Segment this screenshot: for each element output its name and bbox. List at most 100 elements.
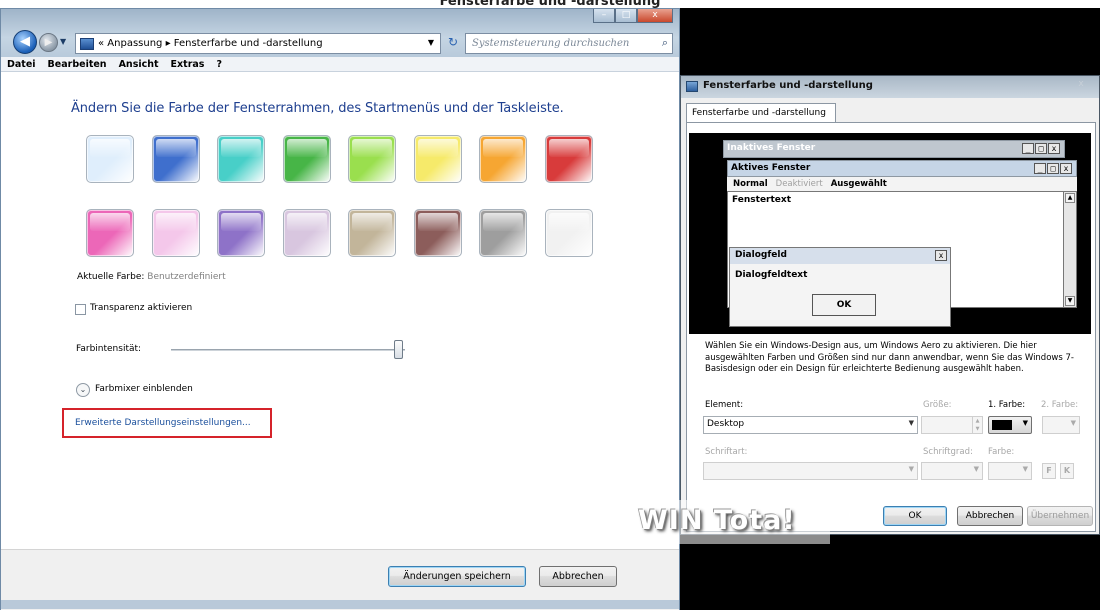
preview-inactive-window[interactable]: Inaktives Fenster _ □ x — [723, 140, 1065, 158]
dialog-titlebar: Fensterfarbe und -darstellung x — [681, 76, 1099, 98]
intensity-slider-thumb[interactable] — [393, 340, 403, 359]
search-placeholder: Systemsteuerung durchsuchen — [472, 38, 630, 49]
transparency-label[interactable]: Transparenz aktivieren — [90, 303, 192, 313]
preview-dialog-title: Dialogfeld — [730, 248, 950, 264]
chevron-down-icon: ▼ — [908, 465, 914, 473]
address-bar[interactable]: « Anpassung ▸ Fensterfarbe und -darstell… — [75, 33, 441, 54]
intensity-label: Farbintensität: — [76, 344, 142, 354]
color-swatch[interactable] — [479, 135, 527, 183]
history-dropdown-icon[interactable]: ▼ — [60, 37, 66, 46]
color-mixer-toggle[interactable]: Farbmixer einblenden — [95, 384, 193, 394]
color-swatch[interactable] — [282, 209, 331, 257]
preview-active-window[interactable]: Aktives Fenster _ □ x — [727, 160, 1077, 177]
color-swatch[interactable] — [151, 135, 200, 183]
preview-maximize-icon: □ — [1047, 163, 1059, 174]
preview-inactive-title: Inaktives Fenster — [727, 143, 816, 153]
current-color-caption: Aktuelle Farbe: — [77, 272, 145, 282]
color-swatch[interactable] — [413, 135, 462, 183]
color-swatch[interactable] — [479, 209, 527, 257]
breadcrumb[interactable]: « Anpassung ▸ Fensterfarbe und -darstell… — [98, 38, 323, 49]
preview-close-icon: x — [1048, 143, 1060, 154]
color2-label: 2. Farbe: — [1041, 400, 1079, 410]
color2-picker[interactable]: ▼ — [1042, 416, 1080, 434]
preview-maximize-icon: □ — [1035, 143, 1047, 154]
color-swatch[interactable] — [86, 135, 134, 183]
menu-bar: Datei Bearbeiten Ansicht Extras ? — [1, 57, 679, 72]
refresh-icon[interactable]: ↻ — [445, 35, 461, 52]
preview-window-text: Fenstertext — [732, 195, 792, 205]
element-label: Element: — [705, 400, 744, 410]
menu-extras[interactable]: Extras — [171, 59, 205, 70]
color-swatch[interactable] — [151, 209, 200, 257]
status-bar — [1, 600, 679, 609]
color1-swatch — [992, 420, 1012, 430]
save-changes-button[interactable]: Änderungen speichern — [388, 566, 526, 587]
preview-inactive-controls: _ □ x — [1021, 143, 1060, 154]
color-swatch[interactable] — [217, 135, 265, 183]
maximize-icon[interactable]: □ — [615, 9, 637, 23]
preview-minimize-icon: _ — [1034, 163, 1046, 174]
color-swatch[interactable] — [413, 209, 462, 257]
tab-window-color[interactable]: Fensterfarbe und -darstellung — [686, 103, 836, 123]
element-select[interactable]: Desktop ▼ — [703, 416, 918, 434]
preview-ok-button: OK — [812, 294, 876, 316]
color-swatch[interactable] — [282, 135, 331, 183]
chevron-down-icon: ▼ — [1070, 419, 1076, 427]
font-select[interactable]: ▼ — [703, 462, 918, 480]
font-color-picker[interactable]: ▼ — [988, 462, 1032, 480]
menu-bearbeiten[interactable]: Bearbeiten — [48, 59, 107, 70]
bold-button[interactable]: F — [1042, 463, 1056, 479]
preview-menu[interactable]: Normal Deaktiviert Ausgewählt — [727, 177, 1077, 191]
back-arrow-icon[interactable]: ◀ — [13, 30, 37, 54]
color-swatch[interactable] — [348, 209, 396, 257]
color-swatch[interactable] — [348, 135, 396, 183]
preview-dialog-box[interactable]: Dialogfeld x Dialogfeldtext OK — [729, 247, 951, 327]
aero-info-text: Wählen Sie ein Windows-Design aus, um Wi… — [705, 341, 1074, 374]
preview-active-controls: _ □ x — [1033, 163, 1072, 174]
preview-menu-disabled[interactable]: Deaktiviert — [776, 179, 823, 189]
intensity-slider-track[interactable] — [171, 349, 405, 351]
minimize-icon[interactable]: – — [593, 9, 615, 23]
forward-arrow-icon[interactable]: ▶ — [39, 33, 58, 52]
preview-scrollbar[interactable]: ▲ ▼ — [1063, 191, 1077, 308]
chevron-down-icon: ▼ — [973, 465, 979, 473]
top-caption-strip: Fensterfarbe und -darstellung — [0, 0, 1100, 8]
color-swatch[interactable] — [544, 135, 593, 183]
color1-label: 1. Farbe: — [988, 400, 1026, 410]
color-swatch[interactable] — [217, 209, 265, 257]
menu-ansicht[interactable]: Ansicht — [119, 59, 159, 70]
preview-active-title: Aktives Fenster — [731, 163, 811, 173]
menu-help[interactable]: ? — [216, 59, 222, 70]
address-dropdown-icon[interactable]: ▼ — [428, 38, 434, 47]
preview-menu-selected[interactable]: Ausgewählt — [831, 179, 887, 189]
italic-button[interactable]: K — [1060, 463, 1074, 479]
top-caption-text: Fensterfarbe und -darstellung — [439, 0, 661, 8]
dialog-title: Fensterfarbe und -darstellung — [703, 80, 873, 91]
color-swatch[interactable] — [86, 209, 134, 257]
close-icon[interactable]: x — [637, 9, 673, 23]
appearance-dialog: Fensterfarbe und -darstellung x Fensterf… — [680, 75, 1100, 535]
dialog-apply-button[interactable]: Übernehmen — [1027, 506, 1093, 526]
search-input[interactable]: Systemsteuerung durchsuchen ⌕ — [465, 33, 673, 54]
dialog-cancel-button[interactable]: Abbrechen — [957, 506, 1023, 526]
cancel-button[interactable]: Abbrechen — [539, 566, 617, 587]
dialog-ok-button[interactable]: OK — [883, 506, 947, 526]
advanced-appearance-link[interactable]: Erweiterte Darstellungseinstellungen... — [75, 418, 251, 428]
font-size-select[interactable]: ▼ — [921, 462, 983, 480]
expand-chevron-icon[interactable]: ⌄ — [76, 383, 90, 397]
size-spinner[interactable]: ▲ ▼ — [921, 416, 983, 434]
chevron-down-icon: ▼ — [1022, 419, 1028, 427]
scroll-up-icon: ▲ — [1065, 193, 1075, 203]
color1-picker[interactable]: ▼ — [988, 416, 1032, 434]
preview-menu-normal[interactable]: Normal — [733, 179, 768, 189]
watermark-logo: WIN Tota! — [638, 505, 796, 536]
color-swatch[interactable] — [544, 209, 593, 257]
element-value: Desktop — [707, 419, 745, 429]
transparency-checkbox[interactable] — [75, 304, 86, 315]
preview-dialog-close-icon: x — [935, 250, 947, 261]
search-icon[interactable]: ⌕ — [662, 36, 668, 50]
menu-datei[interactable]: Datei — [7, 59, 36, 70]
dialog-close-icon[interactable]: x — [1067, 77, 1095, 92]
appearance-preview[interactable]: Inaktives Fenster _ □ x Aktives Fenster … — [689, 133, 1091, 334]
personalization-window: – □ x ◀ ▶ ▼ « Anpassung ▸ Fensterfarbe u… — [0, 8, 680, 610]
